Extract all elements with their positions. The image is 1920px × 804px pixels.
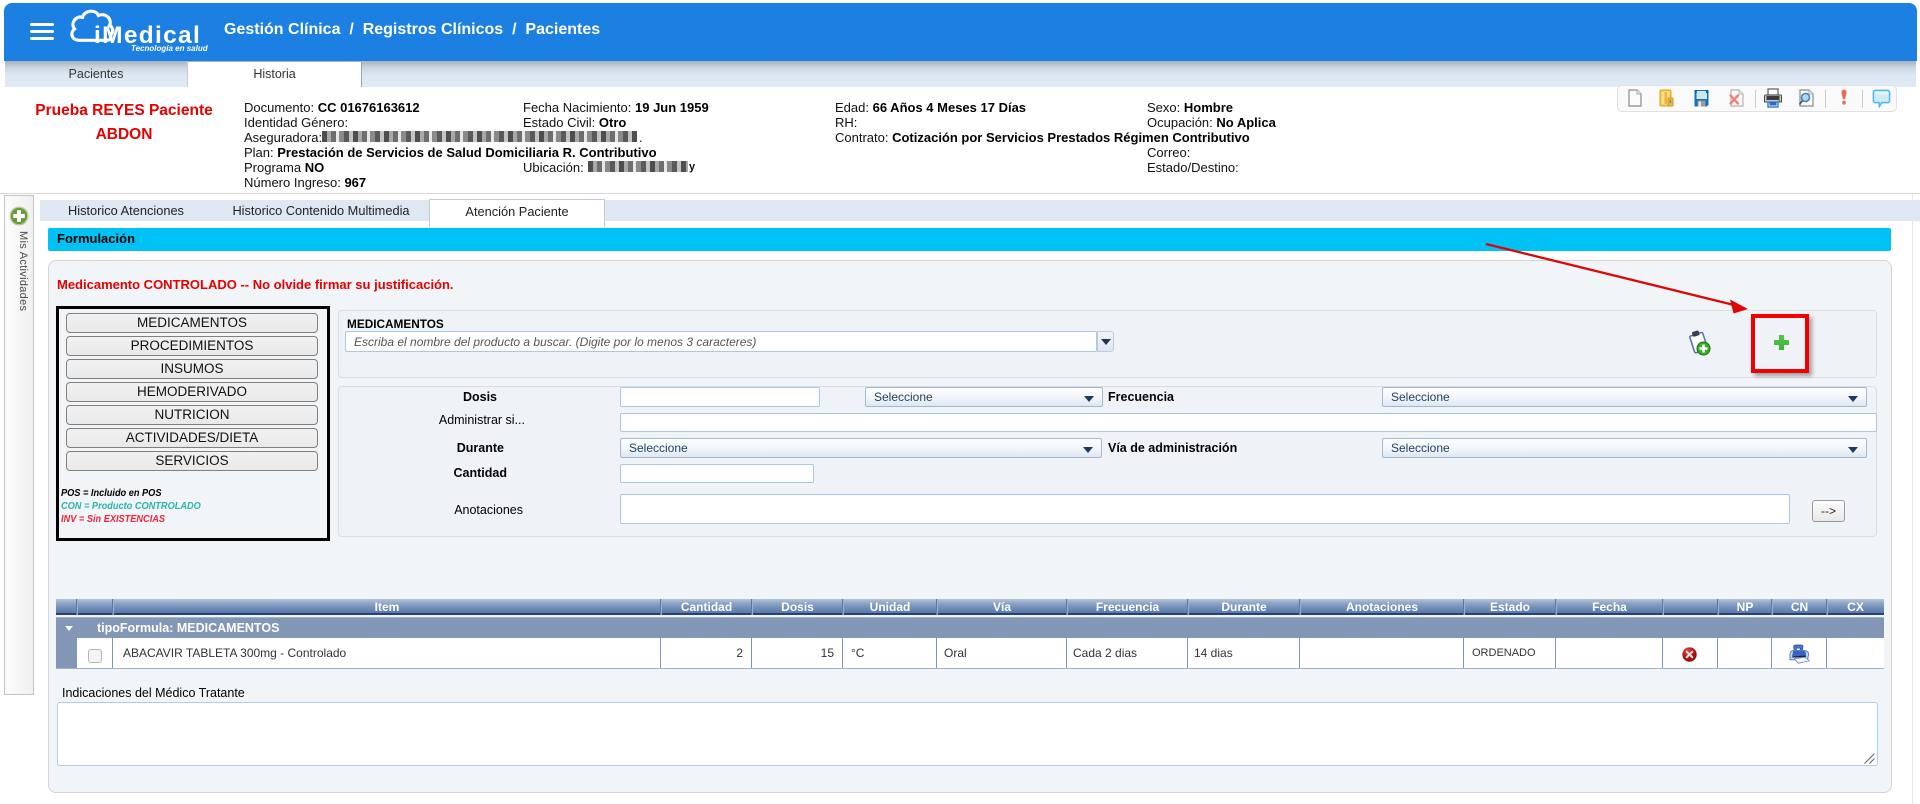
svg-text:Tecnología en salud: Tecnología en salud bbox=[131, 44, 209, 53]
